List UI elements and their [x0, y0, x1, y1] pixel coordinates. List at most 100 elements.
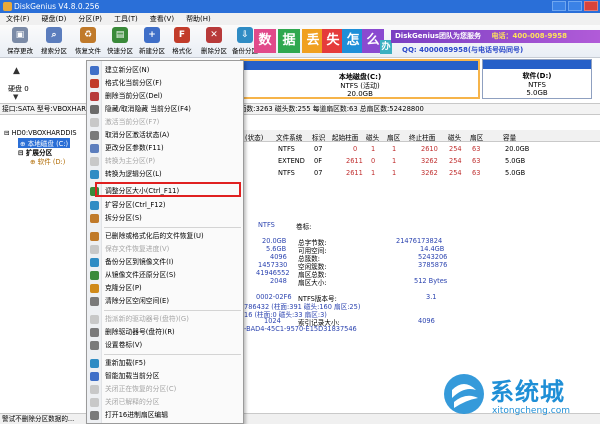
menu-item-convert-primary: 转换为主分区(P): [87, 155, 243, 168]
partition-context-menu: 建立新分区(N) 格式化当前分区(F) 删除当前分区(Del) 隐藏/取消隐藏 …: [86, 60, 244, 424]
menu-separator: [104, 227, 241, 228]
menu-tools[interactable]: 工具(T): [108, 13, 144, 25]
partition-fs: NTFS: [528, 81, 546, 89]
format-icon: F: [174, 27, 190, 43]
window-title: DiskGenius V4.8.0.256: [14, 2, 100, 11]
menu-separator: [104, 354, 241, 355]
app-icon: [3, 2, 12, 11]
partition-block-d[interactable]: 软件(D:) NTFS 5.0GB: [482, 59, 592, 99]
menu-item-remove-letter[interactable]: 删除驱动器号(盘符)(R): [87, 326, 243, 339]
table-row[interactable]: NTFS 07 0 1 1 2610 254 63 20.0GB: [243, 144, 600, 155]
convert-logical-icon: [90, 170, 99, 179]
banner-char: 丢: [302, 29, 324, 53]
menu-item-convert-logical[interactable]: 转换为逻辑分区(L): [87, 168, 243, 181]
menu-item-smart-load[interactable]: 智能加载当前分区: [87, 370, 243, 383]
menu-separator: [104, 310, 241, 311]
menu-item-clone[interactable]: 克隆分区(P): [87, 282, 243, 295]
close-parsed-icon: [90, 398, 99, 407]
table-row[interactable]: NTFS 07 2611 1 1 3262 254 63 5.0GB: [243, 168, 600, 179]
quick-partition-icon: ▤: [112, 27, 128, 43]
maximize-button[interactable]: [568, 1, 582, 11]
partition-fs: NTFS (活动): [340, 82, 380, 90]
menu-partition[interactable]: 分区(P): [72, 13, 108, 25]
restore-icon: [90, 271, 99, 280]
hide-icon: [90, 105, 99, 114]
search-partition-button[interactable]: ⌕ 搜索分区: [36, 27, 72, 55]
tree-item-disk[interactable]: ⊟ HD0:VBOXHARDDIS: [4, 129, 77, 137]
menu-view[interactable]: 查看(V): [144, 13, 180, 25]
banner-char: 怎: [342, 29, 364, 53]
menu-item-reload[interactable]: 重新加载(F5): [87, 357, 243, 370]
menu-help[interactable]: 帮助(H): [180, 13, 217, 25]
menu-item-close-recovering: 关闭正在恢复的分区(C): [87, 383, 243, 396]
split-icon: [90, 214, 99, 223]
menu-item-wipe-free[interactable]: 清除分区空闲空间(E): [87, 295, 243, 308]
menu-item-assign-letter: 指派新的驱动器号(盘符)(G): [87, 313, 243, 326]
ad-banner[interactable]: 数 据 丢 失 怎 么 办 DiskGenius团队为您服务 电话：400-00…: [254, 26, 600, 57]
partition-table-header: (状态) 文件系统 标识 起始柱面 磁头 扇区 终止柱面 磁头 扇区 容量: [243, 130, 600, 142]
menu-item-delete[interactable]: 删除当前分区(Del): [87, 90, 243, 103]
format-button[interactable]: F 格式化: [164, 27, 200, 55]
arrow-down-icon[interactable]: ▼: [13, 93, 18, 101]
menu-item-deactivate[interactable]: 取消分区激活状态(A): [87, 129, 243, 142]
partition-size: 5.0GB: [526, 89, 548, 97]
menu-item-hex-editor[interactable]: 打开16进制扇区编辑: [87, 409, 243, 422]
table-row[interactable]: EXTEND 0F 2611 0 1 3262 254 63 5.0GB: [243, 156, 600, 167]
menu-item-save-progress: 保存文件恢复进度(V): [87, 243, 243, 256]
clone-icon: [90, 284, 99, 293]
menu-item-restore-image[interactable]: 从镜像文件还原分区(S): [87, 269, 243, 282]
deactivate-icon: [90, 131, 99, 140]
arrow-up-icon[interactable]: ▲: [13, 66, 20, 76]
menu-item-split[interactable]: 拆分分区(S): [87, 212, 243, 225]
close-button[interactable]: [584, 1, 598, 11]
menu-item-set-label[interactable]: 设置卷标(V): [87, 339, 243, 352]
menu-item-activate: 激活当前分区(F7): [87, 116, 243, 129]
minimize-button[interactable]: [552, 1, 566, 11]
params-icon: [90, 144, 99, 153]
partition-name: 软件(D:): [522, 72, 552, 80]
save-icon: ▣: [12, 27, 28, 43]
menu-bar: 文件(F) 硬盘(D) 分区(P) 工具(T) 查看(V) 帮助(H): [0, 13, 600, 25]
menu-item-change-params[interactable]: 更改分区参数(F11): [87, 142, 243, 155]
watermark-url: xitongcheng.com: [492, 406, 570, 416]
tree-item-d[interactable]: ⊕ 软件 (D:): [30, 156, 65, 166]
partition-block-c[interactable]: 本地磁盘(C:) NTFS (活动) 20.0GB: [240, 59, 480, 99]
menu-item-format[interactable]: 格式化当前分区(F): [87, 77, 243, 90]
watermark: 系统城 xitongcheng.com: [440, 368, 600, 424]
recover-icon: [90, 232, 99, 241]
banner-qq: QQ: 4000089958(与电话号码同号): [402, 46, 524, 54]
menu-item-recover-files[interactable]: 已删除或格式化后的文件恢复(U): [87, 230, 243, 243]
detail-label-key: 卷标:: [296, 223, 312, 231]
banner-char: 失: [322, 29, 344, 53]
smart-load-icon: [90, 372, 99, 381]
hex-editor-icon: [90, 411, 99, 420]
banner-ribbon: DiskGenius团队为您服务 电话：400-008-9958: [391, 30, 600, 43]
detail-fs-type: NTFS: [258, 221, 275, 229]
new-partition-icon: [90, 66, 99, 75]
quick-partition-button[interactable]: ▤ 快速分区: [102, 27, 138, 55]
menu-disk[interactable]: 硬盘(D): [36, 13, 73, 25]
recover-files-button[interactable]: ♻ 恢复文件: [70, 27, 106, 55]
menu-item-hide[interactable]: 隐藏/取消隐藏 当前分区(F4): [87, 103, 243, 116]
partition-size: 20.0GB: [347, 90, 373, 98]
banner-char: 数: [254, 29, 276, 53]
menu-item-backup-image[interactable]: 备份分区到镜像文件(I): [87, 256, 243, 269]
wipe-icon: [90, 297, 99, 306]
assign-letter-icon: [90, 315, 99, 324]
label-icon: [90, 341, 99, 350]
save-changes-button[interactable]: ▣ 保存更改: [2, 27, 38, 55]
backup-icon: ⇩: [237, 27, 253, 43]
menu-file[interactable]: 文件(F): [0, 13, 36, 25]
menu-item-new-partition[interactable]: 建立新分区(N): [87, 64, 243, 77]
menu-item-extend[interactable]: 扩容分区(Ctrl_F12): [87, 199, 243, 212]
activate-icon: [90, 118, 99, 127]
convert-primary-icon: [90, 157, 99, 166]
partition-name: 本地磁盘(C:): [338, 73, 382, 81]
format-icon: [90, 79, 99, 88]
banner-char: 据: [278, 29, 300, 53]
save-progress-icon: [90, 245, 99, 254]
close-recover-icon: [90, 385, 99, 394]
recover-icon: ♻: [80, 27, 96, 43]
new-partition-icon: +: [144, 27, 160, 43]
delete-icon: ✕: [206, 27, 222, 43]
